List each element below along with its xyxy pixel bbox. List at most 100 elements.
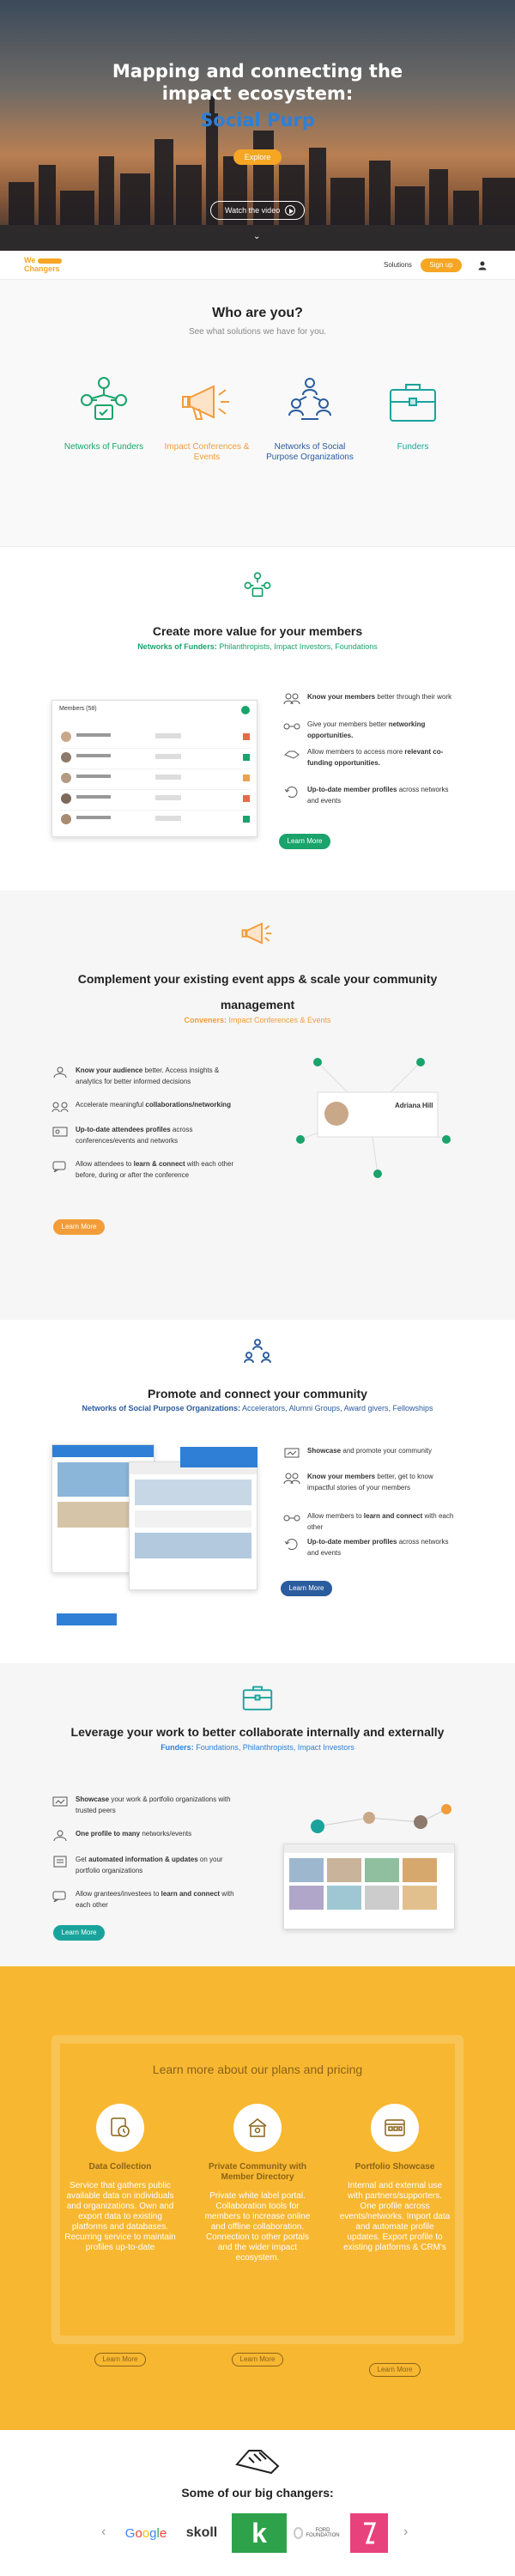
plan-icon-circle <box>96 2104 144 2152</box>
feature-bold: Up-to-date attendees profiles <box>76 1126 171 1133</box>
learn-more-button[interactable]: Learn More <box>281 1581 332 1596</box>
sub-label: Networks of Social Purpose Organizations… <box>82 1404 241 1413</box>
wechangers-logo[interactable]: We Changers <box>24 256 63 273</box>
chevron-down-icon[interactable]: ⌄ <box>253 232 262 241</box>
signup-button[interactable]: Sign up <box>421 258 462 272</box>
profiles-icon <box>52 1127 68 1137</box>
section-title: Leverage your work to better collaborate… <box>70 1725 445 1739</box>
networking-icon <box>283 723 300 730</box>
section-subtitle: Conveners: Impact Conferences & Events <box>0 1016 515 1024</box>
mock-rows <box>61 728 250 831</box>
sub-label: Networks of Funders: <box>137 642 217 651</box>
feature-item: Up-to-date member profiles across networ… <box>283 1536 464 1562</box>
feature-item: Know your members better through their w… <box>283 691 464 717</box>
feature-item: Up-to-date member profiles across networ… <box>283 784 464 810</box>
feature-item: Showcase your work & portfolio organizat… <box>52 1794 240 1820</box>
who-title: Who are you? <box>212 306 303 320</box>
pricing-section: Learn more about our plans and pricing D… <box>0 1966 515 2430</box>
handshake-icon <box>284 750 300 759</box>
learn-more-button[interactable]: Learn More <box>53 1219 105 1235</box>
feature-bold: learn & connect <box>133 1160 185 1168</box>
user-icon[interactable] <box>477 260 488 270</box>
who-subtitle: See what solutions we have for you. <box>188 327 327 337</box>
profile-icon <box>53 1830 67 1842</box>
chevron-right-icon[interactable]: › <box>403 2524 408 2540</box>
card-social-purpose-orgs[interactable]: Networks of Social Purpose Organizations <box>263 374 357 463</box>
connect-icon <box>283 1515 300 1522</box>
feature-bold: Up-to-date member profiles <box>307 1538 397 1546</box>
portfolio-mock-screenshot <box>283 1844 455 1929</box>
plan-icon-circle <box>371 2104 419 2152</box>
logo-skoll: skoll <box>185 2525 218 2540</box>
chevron-left-icon[interactable]: ‹ <box>101 2524 106 2540</box>
feature-bold: learn and connect <box>161 1890 221 1898</box>
sub-label: Funders: <box>161 1743 194 1752</box>
funders-network-icon <box>244 572 271 598</box>
section-subtitle: Funders: Foundations, Philanthropists, I… <box>0 1743 515 1752</box>
watch-video-label: Watch the video <box>225 206 281 215</box>
feature-bold: One profile to many <box>76 1830 141 1838</box>
sub-rest: Philanthropists, Impact Investors, Found… <box>216 642 378 651</box>
feature-item: Know your members better, get to know im… <box>283 1471 464 1497</box>
feature-text: Allow grantees/investees to <box>76 1890 161 1898</box>
mock-add-icon <box>241 706 250 714</box>
attendee-network-graphic <box>296 1058 451 1178</box>
plan-private-community: Private Community with Member Directory … <box>202 2104 313 2366</box>
data-collection-icon <box>111 2117 130 2137</box>
plan-data-collection: Data Collection Service that gathers pub… <box>64 2104 176 2366</box>
ford-foundation-text: FORD FOUNDATION <box>306 2528 340 2538</box>
feature-text: Allow attendees to <box>76 1160 134 1168</box>
feature-text: better through their work <box>375 693 452 701</box>
blue-callout <box>180 1447 258 1467</box>
card-networks-of-funders[interactable]: Networks of Funders <box>57 374 151 453</box>
card-label: Impact Conferences & Events <box>164 442 250 462</box>
logo-line2: Changers <box>24 264 60 273</box>
profile-name: Adriana Hill <box>395 1102 433 1109</box>
spo-section: Promote and connect your community Netwo… <box>0 1320 515 1663</box>
chat-icon <box>52 1161 66 1172</box>
sub-rest: Impact Conferences & Events <box>226 1016 331 1024</box>
logo-pink <box>350 2513 388 2553</box>
plan-learn-more-button[interactable]: Learn More <box>94 2353 146 2366</box>
people-network-icon <box>288 378 331 420</box>
logo-k: k <box>232 2513 287 2553</box>
learn-more-button[interactable]: Learn More <box>279 834 330 849</box>
sub-label: Conveners: <box>184 1016 227 1024</box>
briefcase-icon <box>242 1686 273 1710</box>
hero-banner: Mapping and connecting the impact ecosys… <box>0 0 515 251</box>
nav-solutions-link[interactable]: Solutions <box>384 261 412 269</box>
feature-bold: Showcase <box>76 1795 110 1803</box>
watch-video-button[interactable]: Watch the video <box>210 201 305 220</box>
section-subtitle: Networks of Funders: Philanthropists, Im… <box>0 642 515 651</box>
updates-icon <box>53 1856 67 1868</box>
plan-learn-more-button[interactable]: Learn More <box>232 2353 283 2366</box>
showcase-icon <box>52 1796 68 1807</box>
card-label: Funders <box>397 442 429 452</box>
megaphone-icon <box>182 385 229 420</box>
feature-bold: collaborations/networking <box>145 1101 231 1109</box>
feature-item: Get automated information & updates on y… <box>52 1854 240 1880</box>
feature-item: Accelerate meaningful collaborations/net… <box>52 1099 249 1116</box>
refresh-icon <box>284 787 298 798</box>
section-title: Complement your existing event apps & sc… <box>77 972 438 1012</box>
plan-icon-circle <box>233 2104 282 2152</box>
pink-logo-mark <box>364 2522 377 2544</box>
plan-description: Private white label portal. Collaboratio… <box>204 2191 311 2263</box>
explore-button[interactable]: Explore <box>233 149 282 165</box>
feature-item: Allow grantees/investees to learn and co… <box>52 1888 240 1914</box>
card-impact-conferences[interactable]: Impact Conferences & Events <box>160 374 254 463</box>
feature-text: Get <box>76 1856 89 1863</box>
sub-rest: Foundations, Philanthropists, Impact Inv… <box>193 1743 354 1752</box>
plan-portfolio-showcase: Portfolio Showcase Internal and external… <box>339 2104 451 2377</box>
funders-network-icon <box>81 377 127 420</box>
mock-header: Members (58) <box>59 706 97 712</box>
feature-bold: Know your members <box>307 693 376 701</box>
chat-icon <box>52 1891 66 1902</box>
plan-learn-more-button[interactable]: Learn More <box>369 2363 421 2377</box>
funders-network-section: Create more value for your members Netwo… <box>0 547 515 890</box>
people-network-icon <box>244 1339 271 1364</box>
learn-more-button[interactable]: Learn More <box>53 1925 105 1941</box>
top-navbar: We Changers Solutions Sign up <box>0 251 515 280</box>
card-funders[interactable]: Funders <box>366 374 460 453</box>
events-section: Complement your existing event apps & sc… <box>0 890 515 1320</box>
